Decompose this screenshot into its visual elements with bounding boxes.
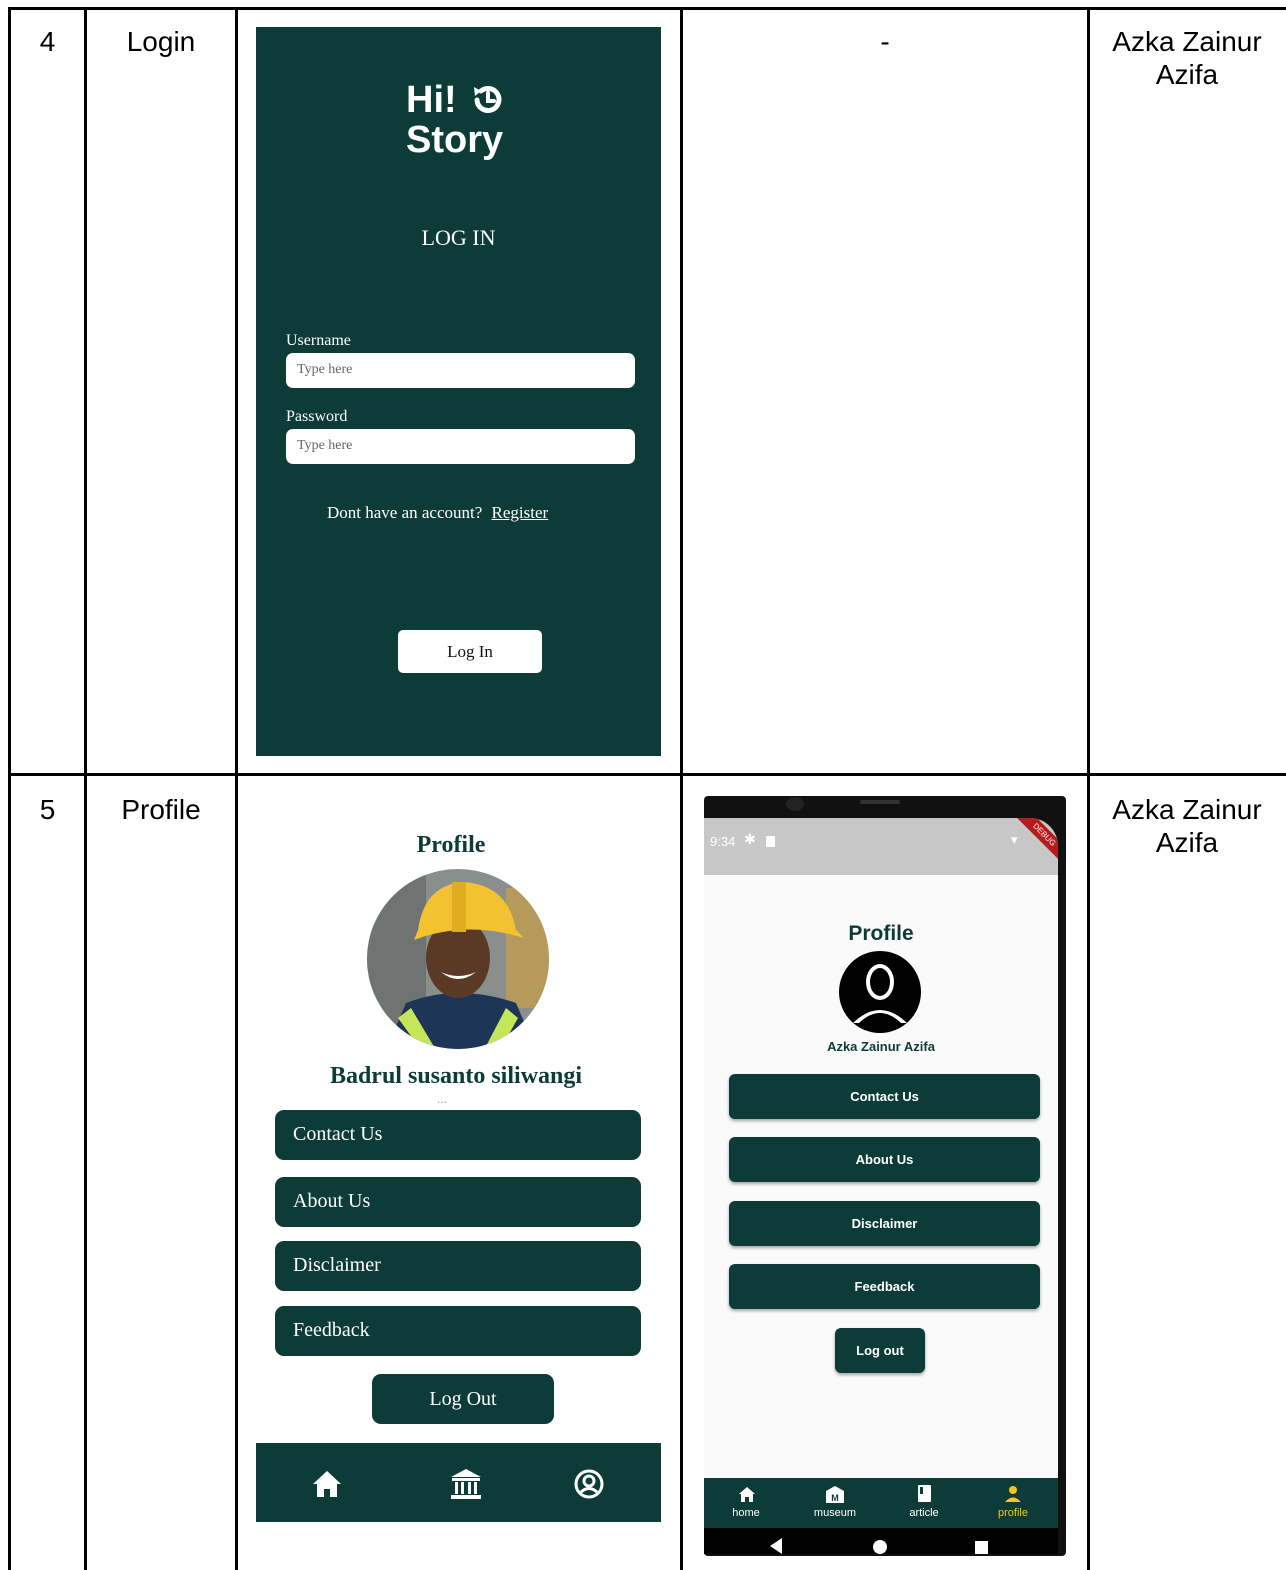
nav-home-label: home xyxy=(732,1507,760,1519)
contact-us-button[interactable]: Contact Us xyxy=(729,1074,1040,1119)
logout-label: Log Out xyxy=(429,1387,497,1410)
nav-profile[interactable]: profile xyxy=(973,1478,1053,1528)
disclaimer-label: Disclaimer xyxy=(293,1254,381,1276)
system-nav-bar xyxy=(704,1528,1058,1554)
book-icon xyxy=(918,1485,931,1502)
table-col-divider xyxy=(680,7,683,1570)
screen-name: Login xyxy=(126,26,196,57)
author-name: Azka Zainur Azifa xyxy=(1112,794,1262,858)
avatar xyxy=(367,869,549,1049)
status-bar: 9:34 ✱ ▾ DEBUG xyxy=(704,818,1058,875)
contact-us-button[interactable]: Contact Us xyxy=(275,1110,641,1160)
username-placeholder: Type here xyxy=(297,362,353,377)
nav-museum[interactable]: M museum xyxy=(795,1478,875,1528)
author-name: Azka Zainur Azifa xyxy=(1112,26,1262,90)
about-us-label: About Us xyxy=(855,1152,914,1167)
logout-button[interactable]: Log out xyxy=(835,1328,925,1373)
logout-button[interactable]: Log Out xyxy=(372,1374,554,1424)
user-name: Badrul susanto siliwangi xyxy=(329,1063,583,1089)
logo-text-story: Story xyxy=(406,119,504,161)
login-screen-mockup: Hi! Story LOG IN Username Type here Pass… xyxy=(256,27,661,756)
home-icon xyxy=(739,1487,755,1502)
clock-history-icon xyxy=(474,86,502,113)
register-prompt-row: Dont have an account? Register xyxy=(327,503,548,523)
username-field[interactable]: Type here xyxy=(286,353,635,388)
nav-article-label: article xyxy=(909,1507,939,1519)
feedback-button[interactable]: Feedback xyxy=(729,1264,1040,1309)
app-logo: Hi! Story xyxy=(406,79,536,169)
svg-text:M: M xyxy=(831,1493,839,1503)
disclaimer-button[interactable]: Disclaimer xyxy=(729,1201,1040,1246)
logout-label: Log out xyxy=(856,1343,904,1358)
app-profile-title: Profile xyxy=(848,922,914,945)
login-button-label: Log In xyxy=(447,641,493,661)
home-icon[interactable] xyxy=(311,1469,343,1499)
nav-museum-label: museum xyxy=(813,1507,857,1519)
password-label: Password xyxy=(286,408,348,425)
row-number: 4 xyxy=(39,26,56,57)
login-button[interactable]: Log In xyxy=(398,630,542,673)
status-time: 9:34 xyxy=(710,834,736,849)
back-icon[interactable] xyxy=(770,1538,782,1554)
about-us-label: About Us xyxy=(293,1190,371,1212)
nav-home[interactable]: home xyxy=(706,1478,786,1528)
recents-icon[interactable] xyxy=(975,1541,988,1554)
profile-title: Profile xyxy=(416,832,486,858)
register-link[interactable]: Register xyxy=(492,503,549,522)
app-bottom-nav: home M museum article profile xyxy=(704,1478,1058,1528)
disclaimer-label: Disclaimer xyxy=(851,1216,918,1231)
contact-us-label: Contact Us xyxy=(293,1123,383,1145)
feedback-label: Feedback xyxy=(854,1279,915,1294)
contact-us-label: Contact Us xyxy=(850,1089,919,1104)
home-circle-icon[interactable] xyxy=(873,1540,887,1554)
museum-icon: M xyxy=(826,1486,844,1503)
table-col-divider xyxy=(235,7,238,1570)
nav-article[interactable]: article xyxy=(884,1478,964,1528)
row-number: 5 xyxy=(39,794,56,825)
table-col-divider xyxy=(84,7,87,1570)
table-border-left xyxy=(8,7,11,1570)
table-row-divider xyxy=(8,773,1286,776)
feedback-button[interactable]: Feedback xyxy=(275,1306,641,1356)
username-label: Username xyxy=(286,332,351,349)
person-icon xyxy=(1005,1486,1021,1502)
avatar xyxy=(839,951,921,1033)
settings-icon: ✱ xyxy=(744,831,756,847)
login-heading: LOG IN xyxy=(421,225,496,250)
phone-speaker xyxy=(860,800,900,804)
phone-camera xyxy=(786,797,804,811)
more-dots: ... xyxy=(436,1092,447,1106)
wifi-icon: ▾ xyxy=(1011,832,1018,847)
password-field[interactable]: Type here xyxy=(286,429,635,464)
password-placeholder: Type here xyxy=(297,438,353,453)
about-us-button[interactable]: About Us xyxy=(275,1177,641,1227)
museum-icon[interactable] xyxy=(449,1467,483,1501)
logo-text-hi: Hi! xyxy=(406,79,457,121)
app-user-name: Azka Zainur Azifa xyxy=(827,1039,935,1054)
feedback-label: Feedback xyxy=(293,1319,370,1341)
sd-card-icon xyxy=(766,836,775,847)
nav-profile-label: profile xyxy=(998,1507,1028,1519)
register-prompt: Dont have an account? xyxy=(327,503,483,522)
bottom-nav xyxy=(256,1443,661,1522)
about-us-button[interactable]: About Us xyxy=(729,1137,1040,1182)
implementation-placeholder: - xyxy=(880,26,890,57)
account-circle-icon[interactable] xyxy=(573,1468,605,1500)
table-col-divider xyxy=(1087,7,1090,1570)
disclaimer-button[interactable]: Disclaimer xyxy=(275,1241,641,1291)
screen-name: Profile xyxy=(121,794,201,825)
table-border-top xyxy=(8,7,1286,10)
